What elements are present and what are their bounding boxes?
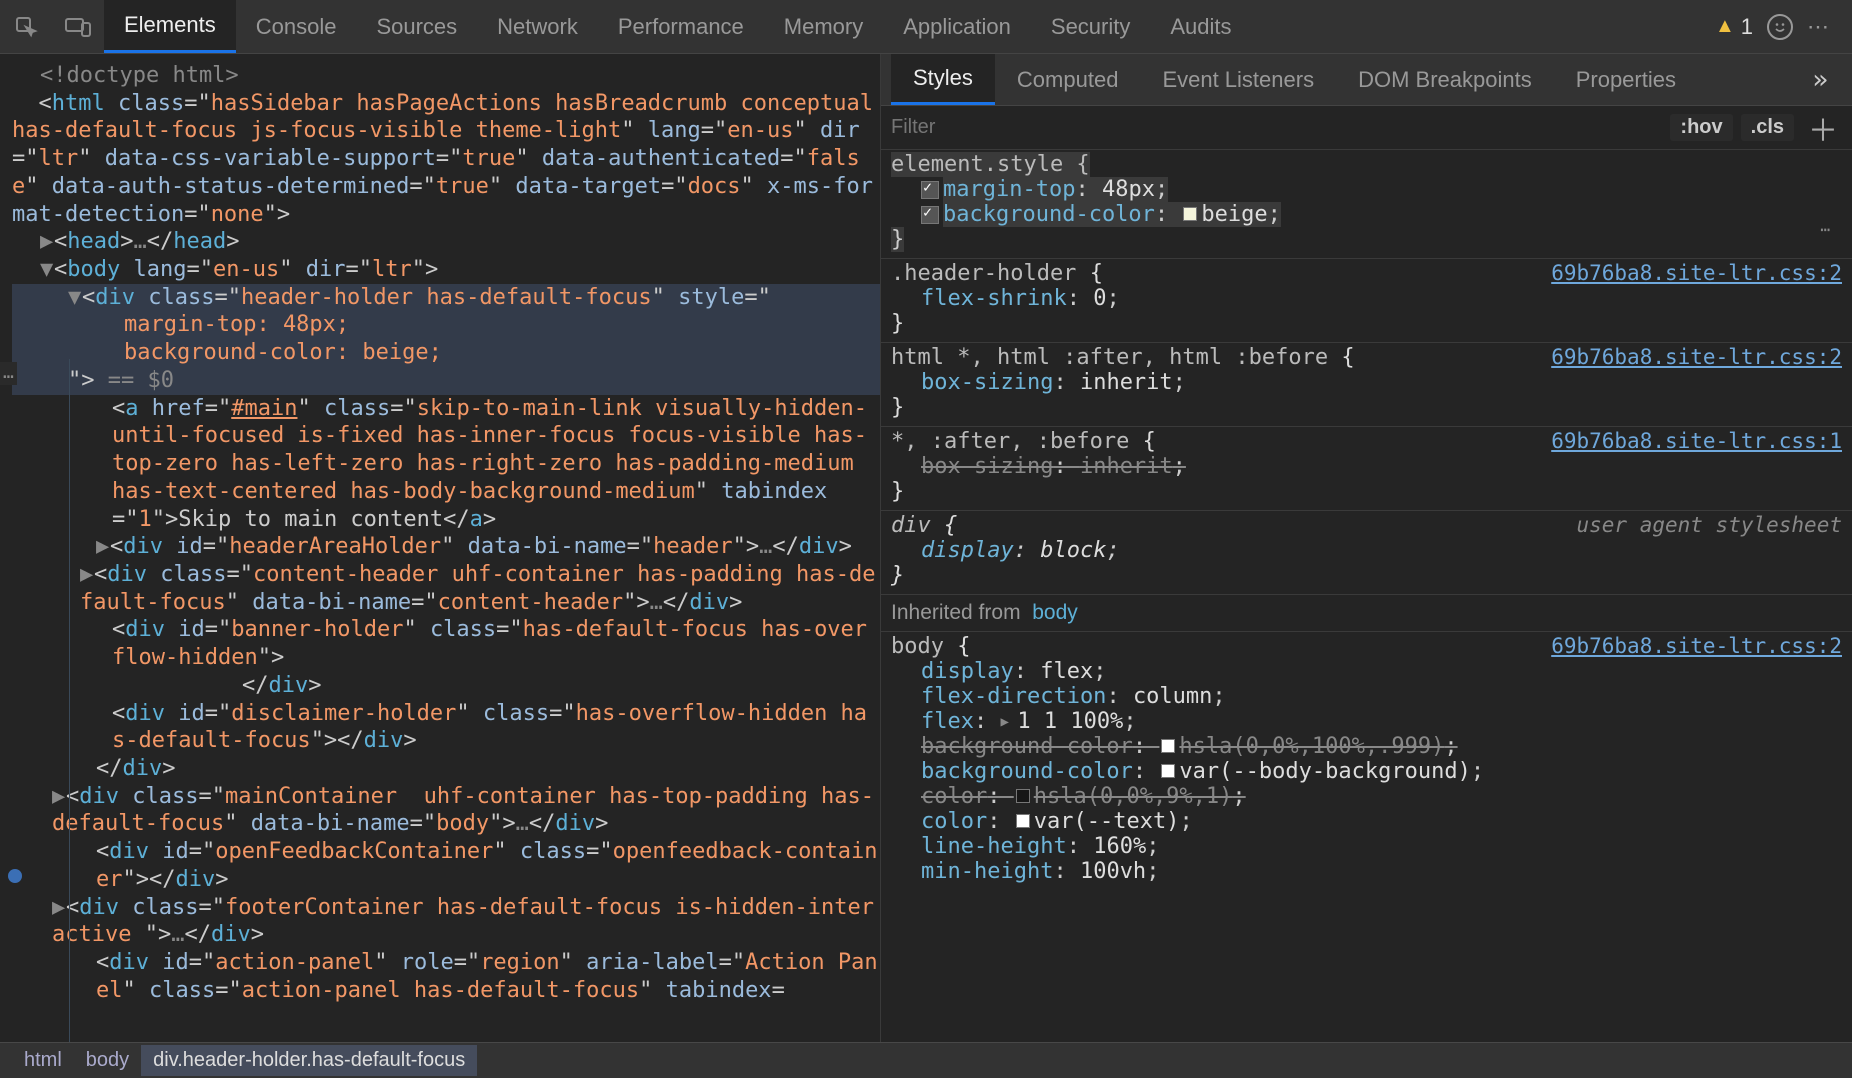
property-checkbox[interactable] bbox=[921, 206, 939, 224]
inherited-element-link[interactable]: body bbox=[1032, 601, 1078, 624]
source-link[interactable]: 69b76ba8.site-ltr.css:1 bbox=[1551, 429, 1842, 453]
feedback-icon[interactable] bbox=[1767, 14, 1793, 40]
subtab-event-listeners[interactable]: Event Listeners bbox=[1140, 54, 1336, 105]
color-swatch[interactable] bbox=[1016, 789, 1030, 803]
subtab-properties[interactable]: Properties bbox=[1554, 54, 1698, 105]
hov-toggle[interactable]: :hov bbox=[1670, 114, 1732, 141]
tab-application[interactable]: Application bbox=[883, 0, 1031, 53]
color-swatch[interactable] bbox=[1161, 764, 1175, 778]
color-swatch[interactable] bbox=[1161, 739, 1175, 753]
inspect-element-icon[interactable] bbox=[6, 7, 46, 47]
doctype[interactable]: <!doctype html> bbox=[12, 62, 880, 90]
tab-security[interactable]: Security bbox=[1031, 0, 1150, 53]
rule-star-box[interactable]: 69b76ba8.site-ltr.css:1 *, :after, :befo… bbox=[881, 427, 1852, 511]
breadcrumb-html[interactable]: html bbox=[12, 1045, 74, 1076]
styles-filter-input[interactable] bbox=[891, 116, 1666, 139]
rule-div-uas[interactable]: user agent stylesheet div { display: blo… bbox=[881, 511, 1852, 595]
warnings-badge[interactable]: ▲ 1 bbox=[1715, 14, 1753, 40]
content-header[interactable]: ▶<div class="content-header uhf-containe… bbox=[12, 561, 880, 616]
collapsed-ellipsis[interactable]: … bbox=[0, 362, 17, 385]
styles-filter-bar: :hov .cls ＋ bbox=[881, 106, 1852, 150]
content-area: <!doctype html> <html class="hasSidebar … bbox=[0, 54, 1852, 1042]
subtab-styles[interactable]: Styles bbox=[891, 54, 995, 105]
tab-sources[interactable]: Sources bbox=[356, 0, 477, 53]
footer-container[interactable]: ▶<div class="footerContainer has-default… bbox=[12, 894, 880, 949]
breadcrumb-div[interactable]: div.header-holder.has-default-focus bbox=[141, 1045, 477, 1076]
toolbar-right: ▲ 1 ⋯ bbox=[1715, 14, 1852, 40]
banner-holder[interactable]: <div id="banner-holder" class="has-defau… bbox=[12, 616, 880, 671]
cls-toggle[interactable]: .cls bbox=[1741, 114, 1794, 141]
inherited-from-bar: Inherited from body bbox=[881, 595, 1852, 632]
elements-tree[interactable]: <!doctype html> <html class="hasSidebar … bbox=[0, 54, 880, 1042]
tab-audits[interactable]: Audits bbox=[1150, 0, 1251, 53]
tab-memory[interactable]: Memory bbox=[764, 0, 883, 53]
new-style-rule-icon[interactable]: ＋ bbox=[1798, 106, 1844, 150]
skip-link[interactable]: <a href="#main" class="skip-to-main-link… bbox=[12, 395, 880, 534]
rule-header-holder[interactable]: 69b76ba8.site-ltr.css:2 .header-holder {… bbox=[881, 259, 1852, 343]
property-checkbox[interactable] bbox=[921, 181, 939, 199]
header-area-holder[interactable]: ▶<div id="headerAreaHolder" data-bi-name… bbox=[12, 533, 880, 561]
source-link[interactable]: 69b76ba8.site-ltr.css:2 bbox=[1551, 345, 1842, 369]
expand-shorthand-icon[interactable]: ▶ bbox=[1000, 714, 1017, 730]
selected-node[interactable]: ▼<div class="header-holder has-default-f… bbox=[12, 284, 880, 395]
color-swatch[interactable] bbox=[1183, 207, 1197, 221]
source-link[interactable]: 69b76ba8.site-ltr.css:2 bbox=[1551, 261, 1842, 285]
openfeedback-container[interactable]: <div id="openFeedbackContainer" class="o… bbox=[12, 838, 880, 893]
body-element[interactable]: ▼<body lang="en-us" dir="ltr"> bbox=[12, 256, 880, 284]
banner-holder-close[interactable]: </div> bbox=[12, 672, 880, 700]
breadcrumb-body[interactable]: body bbox=[74, 1045, 141, 1076]
header-holder-close[interactable]: </div> bbox=[12, 755, 880, 783]
more-menu-icon[interactable]: ⋯ bbox=[1807, 14, 1832, 40]
warning-icon: ▲ bbox=[1715, 15, 1735, 38]
uas-label: user agent stylesheet bbox=[1576, 513, 1842, 537]
html-element[interactable]: <html class="hasSidebar hasPageActions h… bbox=[12, 90, 880, 229]
tab-elements[interactable]: Elements bbox=[104, 0, 236, 53]
head-element[interactable]: ▶<head>…</head> bbox=[12, 228, 880, 256]
styles-panel: Styles Computed Event Listeners DOM Brea… bbox=[880, 54, 1852, 1042]
breakpoint-marker[interactable] bbox=[8, 869, 22, 883]
subtabs-more-icon[interactable]: » bbox=[1812, 65, 1852, 95]
disclaimer-holder[interactable]: <div id="disclaimer-holder" class="has-o… bbox=[12, 700, 880, 755]
subtab-dom-breakpoints[interactable]: DOM Breakpoints bbox=[1336, 54, 1554, 105]
styles-tabs: Styles Computed Event Listeners DOM Brea… bbox=[881, 54, 1852, 106]
selector[interactable]: element.style { bbox=[891, 152, 1090, 177]
tree-guide-line bbox=[69, 359, 70, 1042]
elements-breadcrumb: html body div.header-holder.has-default-… bbox=[0, 1042, 1852, 1078]
main-tabs: Elements Console Sources Network Perform… bbox=[104, 0, 1252, 53]
tab-console[interactable]: Console bbox=[236, 0, 357, 53]
tab-network[interactable]: Network bbox=[477, 0, 598, 53]
device-toggle-icon[interactable] bbox=[58, 7, 98, 47]
action-panel[interactable]: <div id="action-panel" role="region" ari… bbox=[12, 949, 880, 1004]
subtab-computed[interactable]: Computed bbox=[995, 54, 1141, 105]
rule-more-icon[interactable]: ⋯ bbox=[1820, 220, 1832, 239]
rule-html-box[interactable]: 69b76ba8.site-ltr.css:2 html *, html :af… bbox=[881, 343, 1852, 427]
warning-count: 1 bbox=[1741, 14, 1753, 40]
styles-rules[interactable]: element.style { margin-top: 48px; backgr… bbox=[881, 150, 1852, 1042]
rule-element-style[interactable]: element.style { margin-top: 48px; backgr… bbox=[881, 150, 1852, 259]
source-link[interactable]: 69b76ba8.site-ltr.css:2 bbox=[1551, 634, 1842, 658]
devtools-toolbar: Elements Console Sources Network Perform… bbox=[0, 0, 1852, 54]
tab-performance[interactable]: Performance bbox=[598, 0, 764, 53]
main-container[interactable]: ▶<div class="mainContainer uhf-container… bbox=[12, 783, 880, 838]
color-swatch[interactable] bbox=[1016, 814, 1030, 828]
rule-body[interactable]: 69b76ba8.site-ltr.css:2 body { display: … bbox=[881, 632, 1852, 890]
